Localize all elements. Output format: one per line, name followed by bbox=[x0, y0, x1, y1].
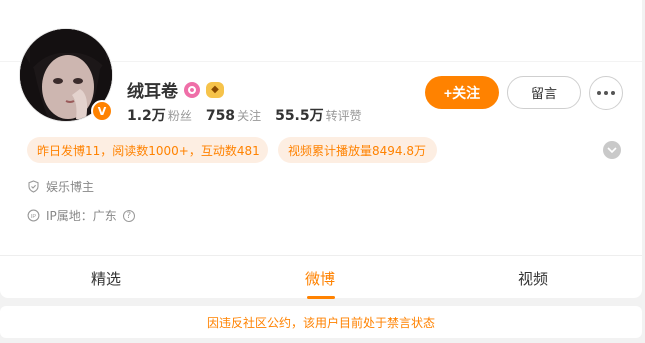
member-icon[interactable] bbox=[184, 81, 200, 98]
ip-location-icon: IP bbox=[27, 209, 40, 222]
avatar-wrap[interactable]: V bbox=[19, 28, 113, 122]
stat-num: 1.2万 bbox=[127, 108, 166, 124]
stat-following[interactable]: 758 关注 bbox=[206, 105, 261, 124]
more-button[interactable] bbox=[589, 76, 623, 110]
follow-button[interactable]: +关注 bbox=[425, 76, 499, 109]
fan-badge-icon[interactable]: ◆ bbox=[206, 81, 224, 98]
message-button[interactable]: 留言 bbox=[507, 76, 581, 109]
ban-notice: 因违反社区公约，该用户目前处于禁言状态 bbox=[0, 306, 642, 338]
expand-chevron-icon[interactable] bbox=[603, 141, 621, 159]
ip-text: IP属地：广东 bbox=[46, 209, 117, 223]
user-name: 绒耳卷 bbox=[127, 82, 178, 102]
active-tab-indicator bbox=[307, 296, 335, 299]
stat-label: 粉丝 bbox=[167, 109, 192, 123]
more-dot-icon bbox=[597, 91, 601, 95]
more-dot-icon bbox=[611, 91, 615, 95]
profile-tabs: 精选 微博 视频 bbox=[0, 255, 642, 299]
help-icon[interactable]: ? bbox=[122, 209, 135, 222]
stat-num: 55.5万 bbox=[275, 108, 324, 124]
verified-icon: V bbox=[91, 100, 113, 122]
stat-label: 关注 bbox=[237, 109, 262, 123]
tab-featured[interactable]: 精选 bbox=[91, 268, 121, 289]
tab-video[interactable]: 视频 bbox=[518, 268, 548, 289]
category-text: 娱乐博主 bbox=[46, 180, 95, 194]
activity-pill[interactable]: 昨日发博11，阅读数1000+，互动数481 bbox=[27, 137, 268, 163]
video-plays-pill[interactable]: 视频累计播放量8494.8万 bbox=[278, 137, 437, 163]
stat-followers[interactable]: 1.2万 粉丝 bbox=[127, 105, 192, 125]
stat-num: 758 bbox=[205, 108, 236, 124]
stat-likes[interactable]: 55.5万 转评赞 bbox=[275, 105, 362, 125]
stat-label: 转评赞 bbox=[325, 109, 362, 123]
name-row: 绒耳卷 ◆ bbox=[127, 77, 224, 102]
shield-icon bbox=[28, 180, 39, 193]
tab-weibo[interactable]: 微博 bbox=[305, 268, 335, 289]
category-row: 娱乐博主 bbox=[27, 178, 94, 195]
svg-text:IP: IP bbox=[31, 214, 37, 220]
more-dot-icon bbox=[604, 91, 608, 95]
stats-row: 1.2万 粉丝 758 关注 55.5万 转评赞 bbox=[127, 105, 362, 125]
profile-card: V 绒耳卷 ◆ 1.2万 粉丝 758 关注 55.5万 转评赞 +关注 留言 昨日发… bbox=[0, 0, 642, 299]
ip-row: IP IP属地：广东 ? bbox=[27, 207, 135, 224]
